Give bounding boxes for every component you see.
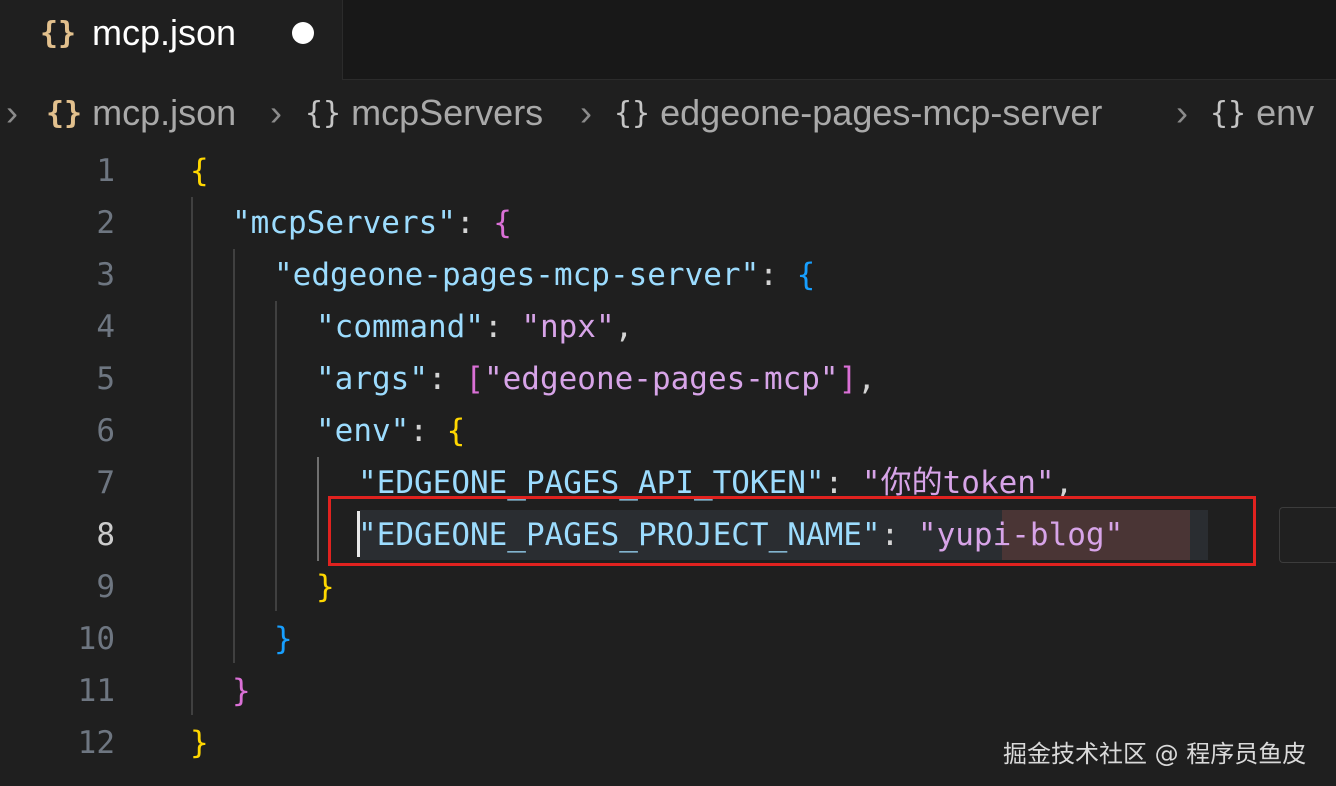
breadcrumb-item-file[interactable]: {} mcp.json: [46, 92, 236, 134]
line-number: 2: [96, 205, 115, 241]
json-braces-icon: {}: [46, 96, 83, 131]
watermark: 掘金技术社区 @ 程序员鱼皮: [1003, 740, 1307, 768]
code-text: "env": {: [316, 413, 466, 449]
line-number: 1: [96, 153, 115, 189]
chevron-right-icon: ›: [6, 92, 18, 133]
code-line[interactable]: 5 "args": ["edgeone-pages-mcp"],: [0, 353, 1336, 405]
code-text: "command": "npx",: [316, 309, 634, 345]
brace-close: }: [190, 725, 209, 761]
code-text: "mcpServers": {: [232, 205, 512, 241]
line-number: 7: [96, 465, 115, 501]
brace-close: }: [274, 621, 293, 657]
unsaved-dot-icon[interactable]: [292, 22, 314, 44]
line-number: 5: [96, 361, 115, 397]
json-braces-icon: {}: [40, 16, 77, 51]
line-number: 4: [96, 309, 115, 345]
code-line[interactable]: 10 }: [0, 613, 1336, 665]
code-line[interactable]: 3 "edgeone-pages-mcp-server": {: [0, 249, 1336, 301]
object-braces-icon: {}: [614, 96, 651, 131]
breadcrumb-item-mcpservers[interactable]: {} mcpServers: [305, 92, 543, 134]
annotation-highlight-box: [328, 496, 1256, 566]
line-number: 11: [77, 673, 115, 709]
tab-mcp-json[interactable]: {} mcp.json: [0, 0, 343, 80]
code-line[interactable]: 2 "mcpServers": {: [0, 197, 1336, 249]
code-line[interactable]: 9 }: [0, 561, 1336, 613]
breadcrumb-item-server[interactable]: {} edgeone-pages-mcp-server: [614, 92, 1102, 134]
line-number: 3: [96, 257, 115, 293]
chevron-right-icon: ›: [580, 92, 592, 133]
line-number: 10: [77, 621, 115, 657]
brace-open: {: [190, 153, 209, 189]
breadcrumb: › {} mcp.json › {} mcpServers › {} edgeo…: [0, 92, 1336, 138]
tab-bar-divider: [343, 79, 1336, 80]
line-number: 12: [77, 725, 115, 761]
line-number: 9: [96, 569, 115, 605]
line-number-active: 8: [96, 517, 115, 553]
object-braces-icon: {}: [305, 96, 342, 131]
chevron-right-icon: ›: [270, 92, 282, 133]
code-line[interactable]: 1 {: [0, 145, 1336, 197]
code-line[interactable]: 4 "command": "npx",: [0, 301, 1336, 353]
code-text: "edgeone-pages-mcp-server": {: [274, 257, 816, 293]
code-text: "args": ["edgeone-pages-mcp"],: [316, 361, 876, 397]
tab-title: mcp.json: [92, 12, 237, 53]
brace-close: }: [316, 569, 335, 605]
code-line[interactable]: 6 "env": {: [0, 405, 1336, 457]
overlay-widget: [1279, 507, 1336, 563]
object-braces-icon: {}: [1210, 96, 1247, 131]
code-line[interactable]: 11 }: [0, 665, 1336, 717]
tab-bar: {} mcp.json: [0, 0, 1336, 80]
code-editor[interactable]: 1 { 2 "mcpServers": { 3 "edgeone-pages-m…: [0, 145, 1336, 786]
chevron-right-icon: ›: [1176, 92, 1188, 133]
line-number: 6: [96, 413, 115, 449]
brace-close: }: [232, 673, 251, 709]
breadcrumb-item-env[interactable]: {} env: [1210, 92, 1314, 134]
